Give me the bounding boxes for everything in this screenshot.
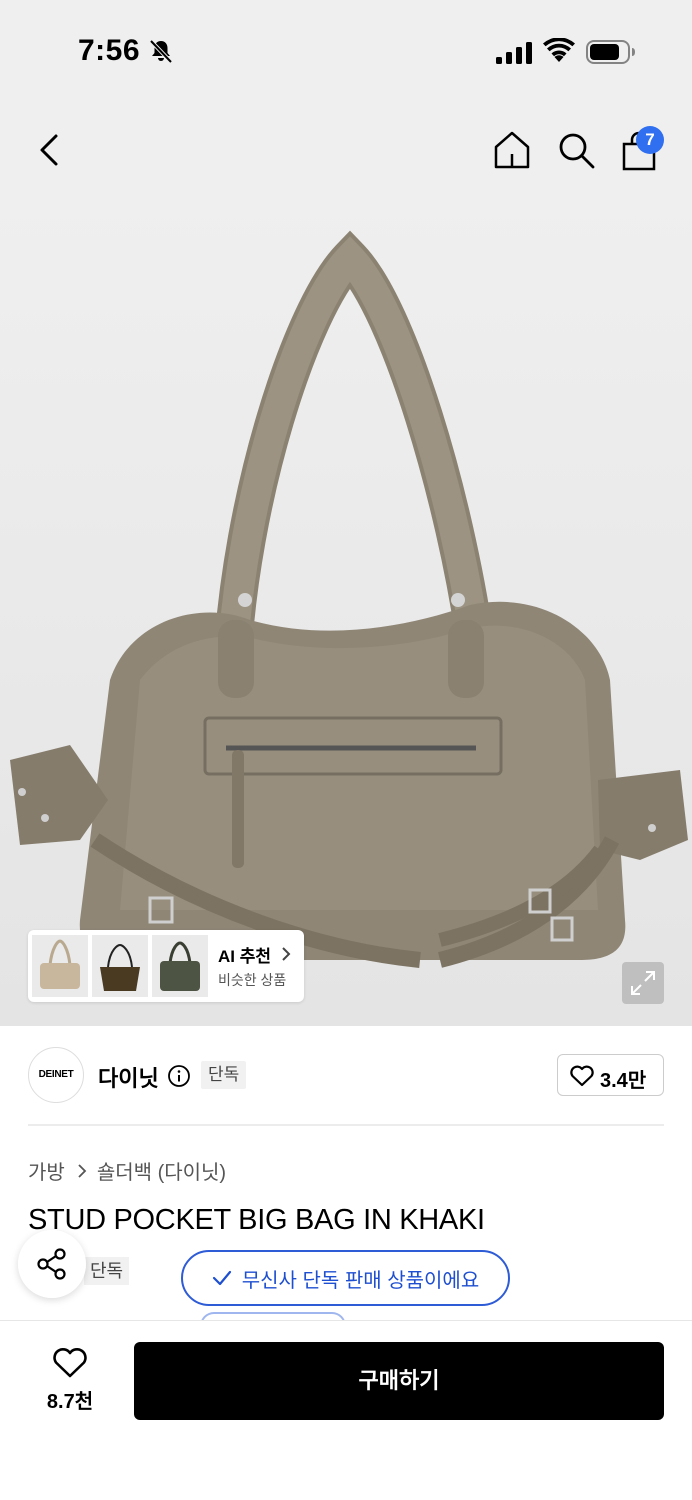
status-time: 7:56 bbox=[78, 34, 141, 67]
similar-item-thumbnail[interactable] bbox=[92, 935, 148, 997]
buy-button[interactable]: 구매하기 bbox=[134, 1342, 664, 1420]
bag-illustration bbox=[10, 230, 688, 968]
chevron-right-icon bbox=[78, 1163, 87, 1178]
brand-name[interactable]: 다이닛 bbox=[98, 1061, 159, 1093]
wish-count: 8.7천 bbox=[46, 1391, 94, 1413]
product-exclusive-tag: 단독 bbox=[84, 1257, 130, 1285]
expand-image-button[interactable] bbox=[622, 962, 664, 1004]
exclusive-sale-banner[interactable]: 무신사 단독 판매 상품이에요 bbox=[181, 1250, 510, 1306]
status-bar: 7:56 bbox=[0, 0, 692, 100]
cart-count-badge: 7 bbox=[636, 126, 664, 154]
back-icon[interactable] bbox=[32, 130, 68, 170]
divider bbox=[28, 1124, 664, 1126]
share-icon bbox=[37, 1248, 66, 1280]
ai-reco-subtitle: 비슷한 상품 bbox=[218, 972, 287, 988]
brand-like-count: 3.4만 bbox=[600, 1070, 647, 1092]
product-image[interactable] bbox=[0, 200, 692, 1026]
product-title: STUD POCKET BIG BAG IN KHAKI bbox=[28, 1204, 485, 1236]
exclusive-sale-text: 무신사 단독 판매 상품이에요 bbox=[241, 1269, 480, 1292]
check-icon bbox=[212, 1270, 231, 1286]
bell-off-icon bbox=[149, 39, 173, 64]
signal-icon bbox=[496, 42, 532, 64]
battery-icon bbox=[586, 40, 635, 64]
home-icon[interactable] bbox=[492, 130, 532, 170]
ai-reco-title: AI 추천 bbox=[218, 947, 272, 966]
exclusive-tag: 단독 bbox=[201, 1061, 247, 1089]
chevron-right-icon bbox=[282, 947, 291, 961]
breadcrumb: 가방 숄더백 (다이닛) bbox=[28, 1156, 226, 1185]
heart-icon[interactable] bbox=[52, 1347, 88, 1379]
bottom-purchase-bar: 8.7천 구매하기 bbox=[0, 1320, 692, 1500]
brand-logo[interactable]: DEINET bbox=[28, 1047, 84, 1103]
similar-item-thumbnail[interactable] bbox=[152, 935, 208, 997]
ai-recommendation-card[interactable]: AI 추천 비슷한 상품 bbox=[28, 930, 304, 1002]
similar-item-thumbnail[interactable] bbox=[32, 935, 88, 997]
breadcrumb-subcategory[interactable]: 숄더백 (다이닛) bbox=[97, 1156, 226, 1185]
expand-icon bbox=[631, 971, 655, 995]
share-button[interactable] bbox=[18, 1230, 86, 1298]
heart-icon bbox=[570, 1065, 594, 1087]
top-nav-bar bbox=[0, 100, 692, 200]
brand-like-button[interactable]: 3.4만 bbox=[557, 1054, 664, 1096]
search-icon[interactable] bbox=[556, 130, 596, 170]
wifi-icon bbox=[543, 38, 575, 62]
breadcrumb-category[interactable]: 가방 bbox=[28, 1156, 65, 1185]
info-icon[interactable] bbox=[167, 1064, 191, 1088]
